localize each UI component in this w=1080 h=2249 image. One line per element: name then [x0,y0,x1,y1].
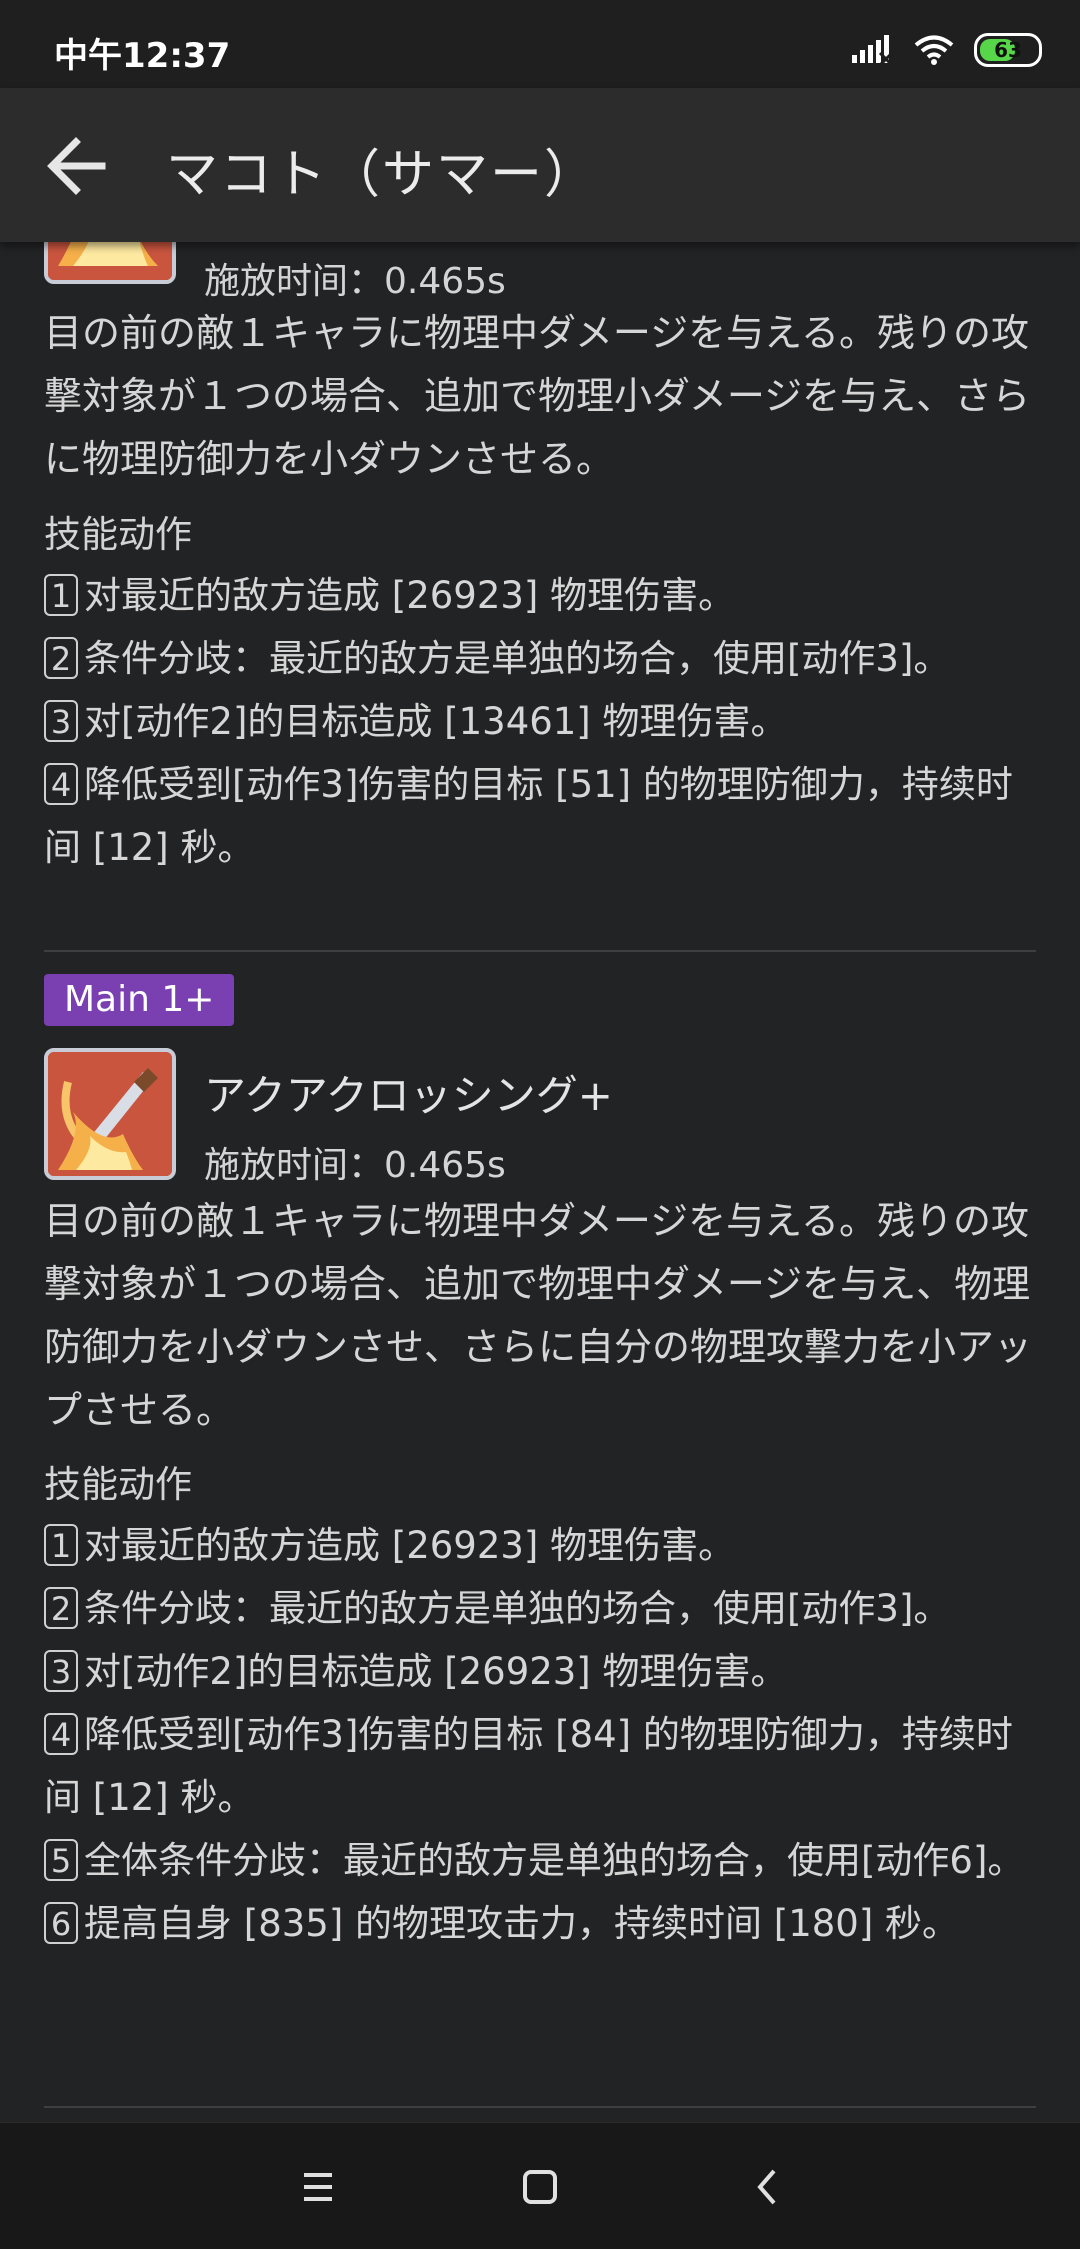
wifi-icon [914,35,954,65]
level-badge: Main 1+ [44,974,235,1026]
action-number: 4 [44,1712,78,1755]
status-icons: 63 [850,30,1042,70]
action-number: 1 [44,573,78,616]
action-item: 4 降低受到[动作3]伤害的目标 [51] 的物理防御力，持续时间 [12] 秒。 [44,753,1040,879]
arrow-left-icon[interactable] [36,126,116,206]
action-text: 对[动作2]的目标造成 [26923] 物理伤害。 [84,1650,788,1693]
action-text: 提高自身 [835] 的物理攻击力，持续时间 [180] 秒。 [84,1902,960,1945]
action-number: 3 [44,699,78,742]
status-time: 中午12:37 [54,36,231,76]
cast-time: 施放时间：0.465s [204,1145,506,1186]
action-number: 6 [44,1901,78,1944]
skill-name: アクアクロッシング+ [204,1071,613,1120]
action-number: 4 [44,762,78,805]
action-item: 2 条件分歧：最近的敌方是单独的场合，使用[动作3]。 [44,627,1040,690]
cast-time: 施放时间：0.465s [204,261,506,302]
action-item: 4 降低受到[动作3]伤害的目标 [84] 的物理防御力，持续时间 [12] 秒。 [44,1703,1040,1829]
navigation-bar [0,2122,1080,2249]
action-item: 5 全体条件分歧：最近的敌方是单独的场合，使用[动作6]。 [44,1829,1040,1892]
action-text: 对最近的敌方造成 [26923] 物理伤害。 [84,574,736,617]
divider [44,950,1036,952]
action-text: 对最近的敌方造成 [26923] 物理伤害。 [84,1524,736,1567]
action-number: 3 [44,1649,78,1692]
signal-icon [852,35,894,65]
action-item: 3 对[动作2]的目标造成 [26923] 物理伤害。 [44,1640,1040,1703]
action-list: 1 对最近的敌方造成 [26923] 物理伤害。 2 条件分歧：最近的敌方是单独的场… [44,564,1040,879]
action-text: 对[动作2]的目标造成 [13461] 物理伤害。 [84,700,788,743]
app-bar: マコト（サマー） [0,88,1080,242]
page-title: マコト（サマー） [166,145,599,205]
battery-level-text: 63 [994,38,1022,62]
divider [44,2106,1036,2108]
skill-icon [44,242,176,284]
action-item: 1 对最近的敌方造成 [26923] 物理伤害。 [44,1514,1040,1577]
action-text: 降低受到[动作3]伤害的目标 [84] 的物理防御力，持续时间 [12] 秒。 [44,1713,1013,1819]
action-list: 1 对最近的敌方造成 [26923] 物理伤害。 2 条件分歧：最近的敌方是单独的场… [44,1514,1040,1955]
action-item: 2 条件分歧：最近的敌方是单独的场合，使用[动作3]。 [44,1577,1040,1640]
action-number: 2 [44,636,78,679]
home-icon[interactable] [512,2159,568,2215]
action-text: 全体条件分歧：最近的敌方是单独的场合，使用[动作6]。 [84,1839,1025,1882]
action-item: 1 对最近的敌方造成 [26923] 物理伤害。 [44,564,1040,627]
action-number: 1 [44,1523,78,1566]
menu-icon[interactable] [290,2159,346,2215]
action-item: 3 对[动作2]的目标造成 [13461] 物理伤害。 [44,690,1040,753]
back-icon[interactable] [740,2159,796,2215]
section-label: 技能动作 [44,1463,192,1506]
skill-icon [44,1048,176,1180]
action-number: 2 [44,1586,78,1629]
action-item: 6 提高自身 [835] 的物理攻击力，持续时间 [180] 秒。 [44,1892,1040,1955]
action-text: 条件分歧：最近的敌方是单独的场合，使用[动作3]。 [84,637,951,680]
skill-content: 施放时间：0.465s 目の前の敵１キャラに物理中ダメージを与える。残りの攻撃対… [0,242,1080,2122]
action-number: 5 [44,1838,78,1881]
skill-description: 目の前の敵１キャラに物理中ダメージを与える。残りの攻撃対象が１つの場合、追加で物… [44,311,1031,481]
battery-icon: 63 [974,33,1042,67]
action-text: 条件分歧：最近的敌方是单独的场合，使用[动作3]。 [84,1587,951,1630]
status-bar: 中午12:37 63 [0,0,1080,88]
skill-description: 目の前の敵１キャラに物理中ダメージを与える。残りの攻撃対象が１つの場合、追加で物… [44,1199,1033,1432]
action-text: 降低受到[动作3]伤害的目标 [51] 的物理防御力，持续时间 [12] 秒。 [44,763,1013,869]
section-label: 技能动作 [44,513,192,556]
